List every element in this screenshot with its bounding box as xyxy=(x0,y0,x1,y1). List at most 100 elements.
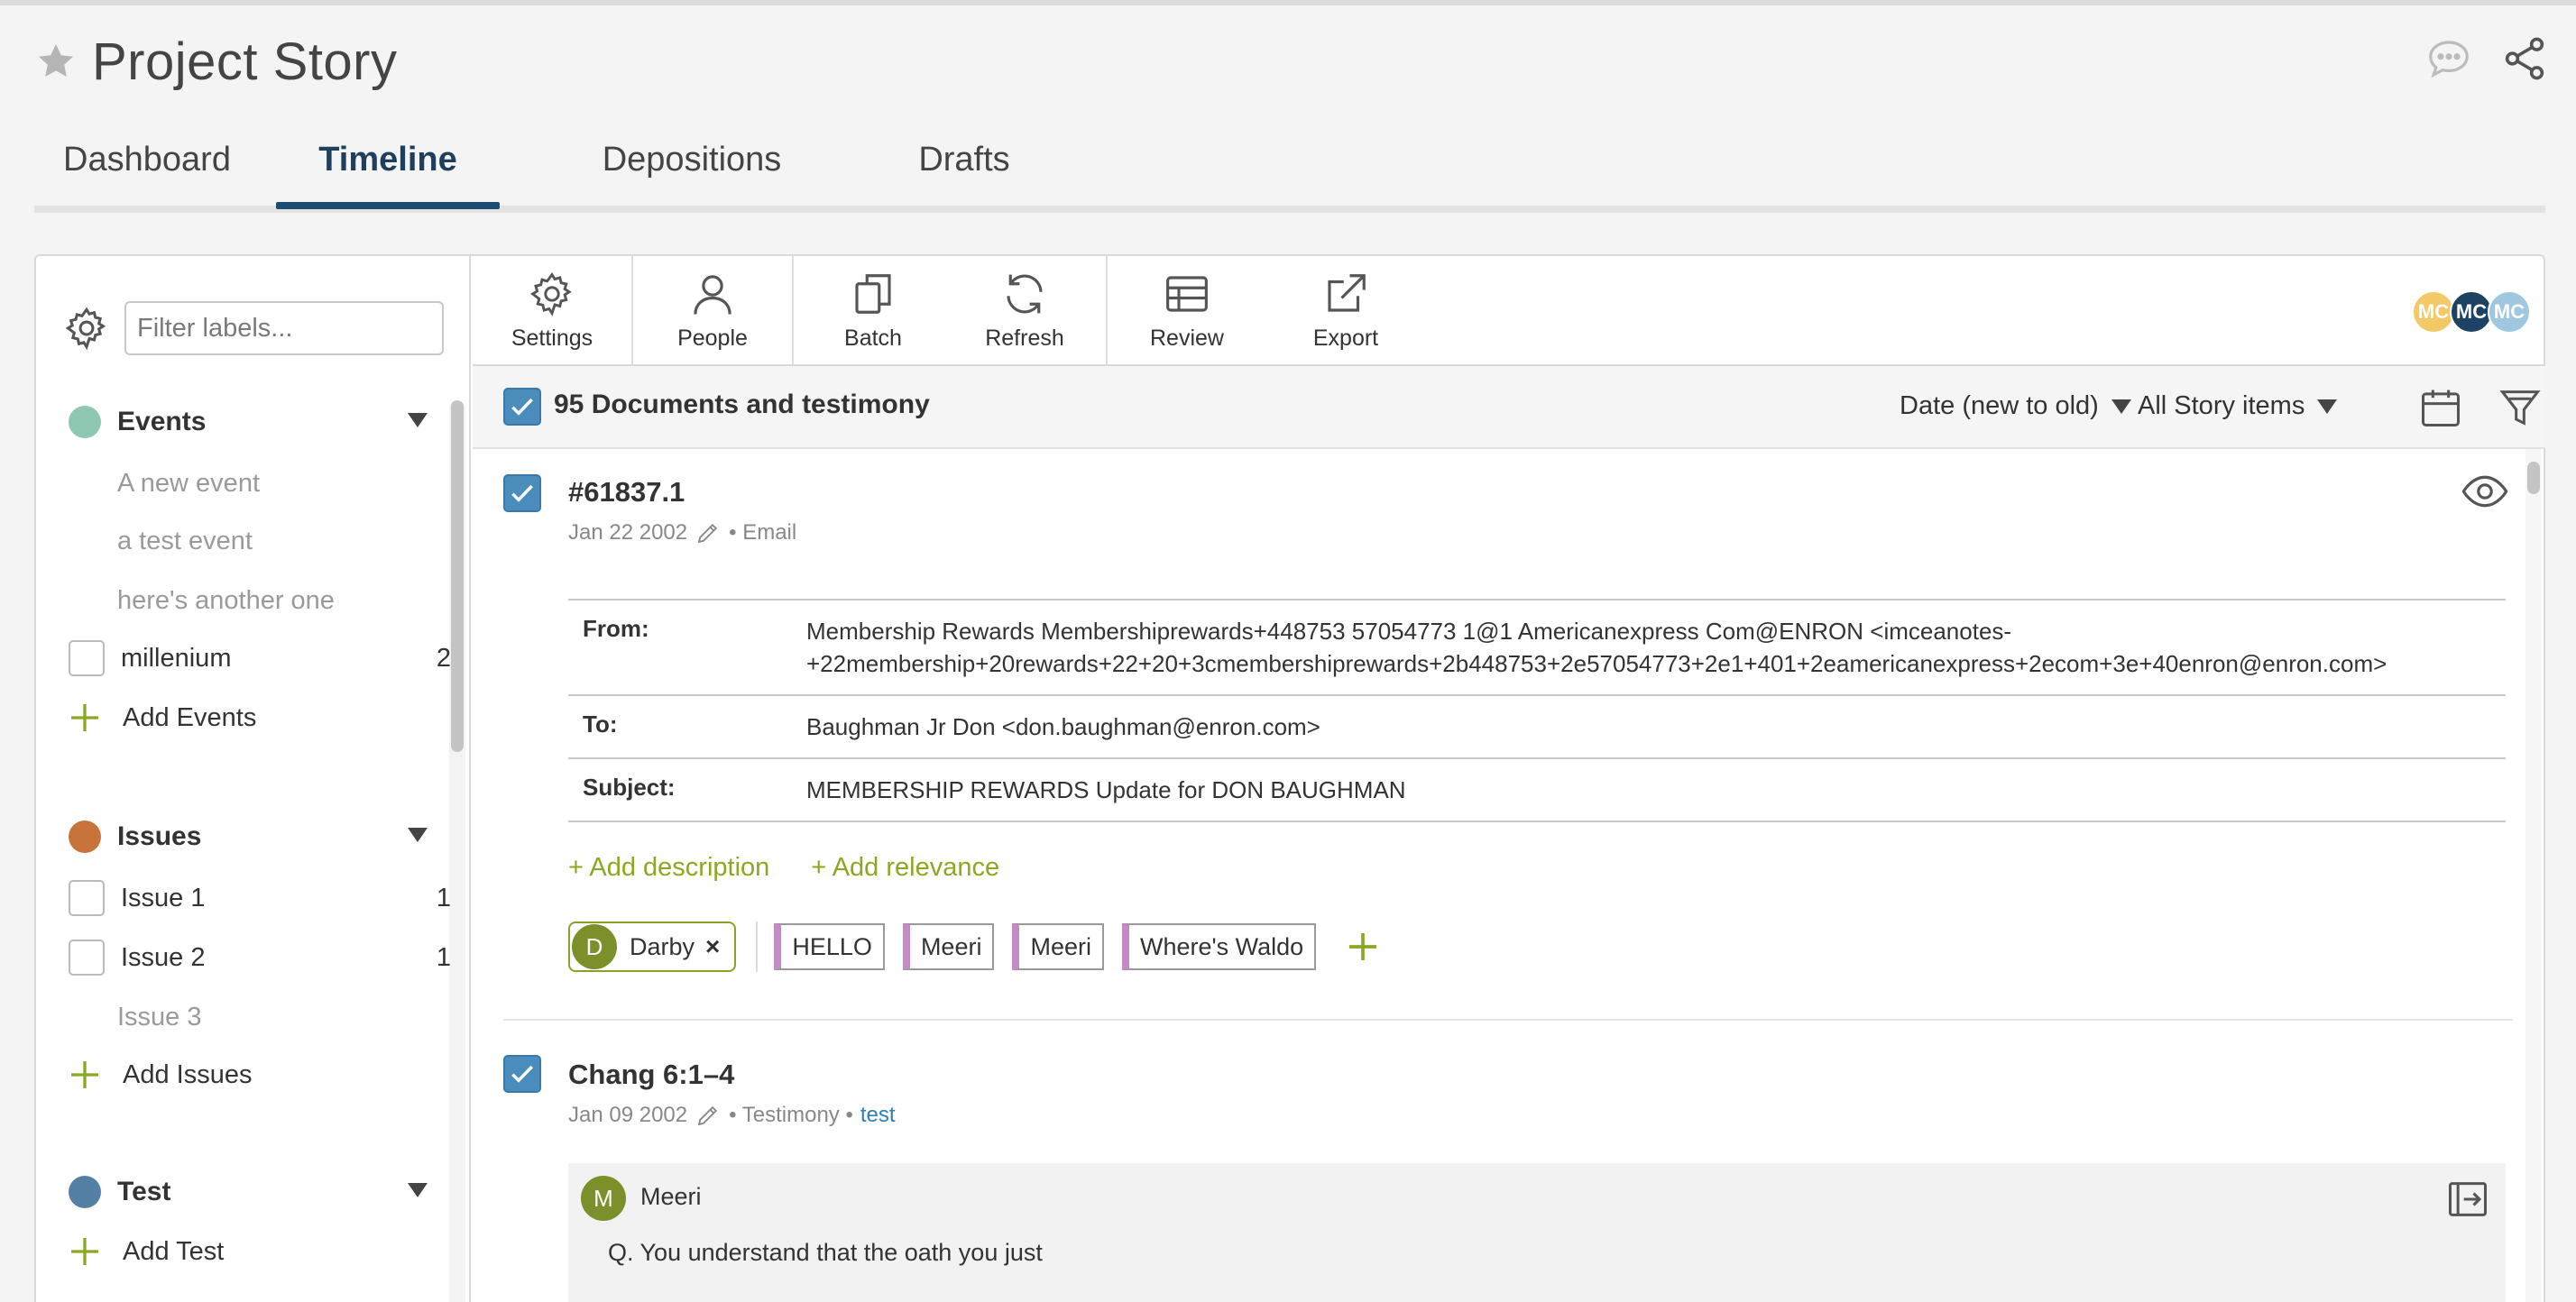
star-icon[interactable] xyxy=(34,40,78,83)
collaborator-avatars: MC MC MC xyxy=(2412,290,2531,334)
add-description-link[interactable]: + Add description xyxy=(568,853,769,883)
label-tag[interactable]: Meeri xyxy=(902,923,995,970)
gear-icon[interactable] xyxy=(63,305,110,352)
checkbox[interactable] xyxy=(69,640,105,676)
add-relevance-link[interactable]: + Add relevance xyxy=(811,853,999,883)
plus-icon xyxy=(71,704,98,731)
add-issues-label: Add Issues xyxy=(123,1059,253,1089)
tab-drafts[interactable]: Drafts xyxy=(888,133,1041,213)
testimony-excerpt: M Meeri Q. You understand that the oath … xyxy=(568,1163,2506,1302)
people-button[interactable]: People xyxy=(633,256,792,364)
add-issues-button[interactable]: Add Issues xyxy=(69,1055,252,1095)
sidebar-item-issue-3[interactable]: Issue 3 xyxy=(117,999,202,1035)
caret-down-icon[interactable] xyxy=(408,413,428,427)
item-checkbox[interactable] xyxy=(503,474,541,512)
events-group-header[interactable]: Events xyxy=(69,402,447,442)
label-tag[interactable]: Meeri xyxy=(1012,923,1104,970)
filter-labels-input[interactable] xyxy=(124,301,444,355)
caret-down-icon[interactable] xyxy=(408,1183,428,1197)
sidebar-item-event[interactable]: here's another one xyxy=(117,582,335,619)
issues-group-header[interactable]: Issues xyxy=(69,817,447,857)
export-label: Export xyxy=(1312,325,1379,351)
tab-timeline[interactable]: Timeline xyxy=(276,133,500,213)
gear-icon xyxy=(530,271,572,316)
item-tags: D Darby × HELLO Meeri Meeri Where's Wald… xyxy=(568,921,1381,972)
email-to-value: Baughman Jr Don <don.baughman@enron.com> xyxy=(806,713,1320,740)
eye-icon[interactable] xyxy=(2461,467,2509,516)
item-date: Jan 09 2002 xyxy=(568,1103,688,1127)
email-to-row: To: Baughman Jr Don <don.baughman@enron.… xyxy=(568,696,2506,759)
tab-dashboard[interactable]: Dashboard xyxy=(43,133,251,213)
avatar[interactable]: MC xyxy=(2412,290,2455,334)
settings-button[interactable]: Settings xyxy=(473,256,631,364)
avatar[interactable]: MC xyxy=(2450,290,2493,334)
export-button[interactable]: Export xyxy=(1266,256,1425,364)
email-subject-value: MEMBERSHIP REWARDS Update for DON BAUGHM… xyxy=(806,776,1406,803)
person-tag[interactable]: D Darby × xyxy=(568,921,737,972)
email-from-row: From: Membership Rewards Membershiprewar… xyxy=(568,601,2506,696)
refresh-button[interactable]: Refresh xyxy=(952,256,1097,364)
list-scrollbar-track[interactable] xyxy=(2525,449,2542,1302)
settings-label: Settings xyxy=(511,325,593,351)
avatar[interactable]: MC xyxy=(2488,290,2531,334)
check-icon xyxy=(511,1065,533,1083)
label-tag[interactable]: HELLO xyxy=(774,923,885,970)
tab-depositions[interactable]: Depositions xyxy=(563,133,821,213)
active-tab-indicator xyxy=(276,202,500,209)
caret-down-icon xyxy=(2111,399,2131,414)
item-checkbox[interactable] xyxy=(503,1055,541,1093)
item-type: • Email xyxy=(729,520,797,545)
add-tag-icon[interactable] xyxy=(1345,929,1381,965)
table-icon xyxy=(1166,275,1208,312)
checkbox[interactable] xyxy=(69,880,105,916)
share-icon[interactable] xyxy=(2500,34,2549,83)
sidebar-item-issue-1[interactable]: Issue 1 1 xyxy=(69,878,451,918)
item-title[interactable]: #61837.1 xyxy=(568,476,685,509)
add-events-label: Add Events xyxy=(123,702,257,732)
sidebar-scrollbar-thumb[interactable] xyxy=(451,400,464,752)
item-date: Jan 22 2002 xyxy=(568,520,688,545)
sidebar-item-label: Issue 2 xyxy=(121,942,206,972)
item-separator xyxy=(503,1019,2513,1021)
filter-icon[interactable] xyxy=(2497,384,2544,431)
review-button[interactable]: Review xyxy=(1108,256,1266,364)
check-icon xyxy=(511,484,533,502)
caret-down-icon[interactable] xyxy=(408,828,428,842)
chat-icon[interactable] xyxy=(2424,34,2473,83)
sidebar-item-millenium[interactable]: millenium 2 xyxy=(69,638,451,678)
email-subject-label: Subject: xyxy=(583,774,676,801)
item-meta: Jan 09 2002 • Testimony • test xyxy=(568,1102,896,1129)
toolbar: Settings People Batch Refresh Review Exp… xyxy=(473,256,2545,366)
issue-link[interactable]: test xyxy=(860,1103,896,1128)
open-in-icon[interactable] xyxy=(2444,1176,2491,1223)
close-icon[interactable]: × xyxy=(705,932,720,961)
tag-divider xyxy=(756,921,759,972)
person-tag-name: Darby xyxy=(630,932,695,960)
item-count: 2 xyxy=(436,643,451,673)
batch-button[interactable]: Batch xyxy=(794,256,952,364)
filter-dropdown[interactable]: All Story items xyxy=(2138,391,2338,421)
labels-sidebar: Events A new event a test event here's a… xyxy=(36,256,471,1302)
external-link-icon xyxy=(1328,273,1366,312)
pencil-icon[interactable] xyxy=(695,519,722,546)
calendar-icon[interactable] xyxy=(2417,384,2464,431)
issues-color-dot xyxy=(69,821,101,853)
pencil-icon[interactable] xyxy=(695,1102,722,1129)
test-group-header[interactable]: Test xyxy=(69,1172,447,1212)
item-title[interactable]: Chang 6:1–4 xyxy=(568,1059,734,1091)
item-count: 1 xyxy=(436,883,451,912)
checkbox[interactable] xyxy=(69,940,105,976)
list-scrollbar-thumb[interactable] xyxy=(2527,462,2540,494)
sort-dropdown[interactable]: Date (new to old) xyxy=(1900,391,2131,421)
select-all-checkbox[interactable] xyxy=(503,388,541,426)
avatar: M xyxy=(581,1176,626,1221)
add-test-button[interactable]: Add Test xyxy=(69,1232,224,1271)
add-events-button[interactable]: Add Events xyxy=(69,698,256,738)
sidebar-item-event[interactable]: A new event xyxy=(117,465,260,501)
sidebar-item-event[interactable]: a test event xyxy=(117,523,253,559)
label-tag[interactable]: Where's Waldo xyxy=(1121,923,1317,970)
sidebar-item-issue-2[interactable]: Issue 2 1 xyxy=(69,938,451,977)
header-actions xyxy=(2424,34,2549,83)
email-from-line: Membership Rewards Membershiprewards+448… xyxy=(806,618,2012,645)
speaker-name: Meeri xyxy=(640,1183,702,1210)
